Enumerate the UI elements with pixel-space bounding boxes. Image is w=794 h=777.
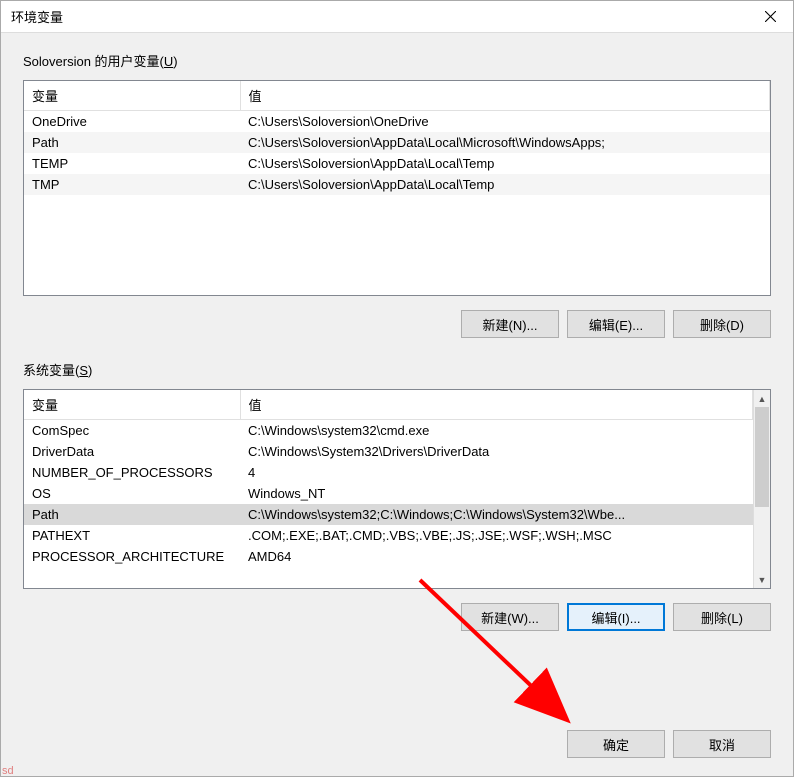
cell-variable: Path [24,504,240,525]
cell-variable: TMP [24,174,240,195]
titlebar: 环境变量 [1,1,793,33]
cell-value: C:\Users\Soloversion\AppData\Local\Micro… [240,132,770,153]
user-edit-button[interactable]: 编辑(E)... [567,310,665,338]
cell-value: C:\Users\Soloversion\OneDrive [240,111,770,133]
user-delete-button[interactable]: 删除(D) [673,310,771,338]
table-row[interactable]: DriverDataC:\Windows\System32\Drivers\Dr… [24,441,753,462]
user-variables-table[interactable]: 变量 值 OneDriveC:\Users\Soloversion\OneDri… [23,80,771,296]
cell-value: C:\Users\Soloversion\AppData\Local\Temp [240,153,770,174]
watermark-label: sd [2,765,14,777]
system-table-scrollbar[interactable]: ▲ ▼ [753,390,770,588]
table-row[interactable]: NUMBER_OF_PROCESSORS4 [24,462,753,483]
system-variables-table[interactable]: 变量 值 ComSpecC:\Windows\system32\cmd.exeD… [23,389,771,589]
user-buttons-row: 新建(N)... 编辑(E)... 删除(D) [23,310,771,338]
cell-variable: PATHEXT [24,525,240,546]
cell-variable: ComSpec [24,420,240,442]
table-row[interactable]: PROCESSOR_ARCHITECTUREAMD64 [24,546,753,567]
col-header-value[interactable]: 值 [240,81,770,111]
env-variables-dialog: 环境变量 Soloversion 的用户变量(U) 变量 值 O [0,0,794,777]
table-row[interactable]: TEMPC:\Users\Soloversion\AppData\Local\T… [24,153,770,174]
user-new-button[interactable]: 新建(N)... [461,310,559,338]
system-section-label: 系统变量(S) [23,360,771,379]
cell-value: C:\Windows\system32\cmd.exe [240,420,753,442]
col-header-variable[interactable]: 变量 [24,390,240,420]
table-row[interactable]: TMPC:\Users\Soloversion\AppData\Local\Te… [24,174,770,195]
window-title: 环境变量 [11,7,63,26]
cell-variable: OneDrive [24,111,240,133]
cell-variable: Path [24,132,240,153]
user-variables-section: Soloversion 的用户变量(U) 变量 值 OneDriveC:\Use… [23,51,771,338]
cell-value: Windows_NT [240,483,753,504]
table-row[interactable]: OSWindows_NT [24,483,753,504]
cell-variable: DriverData [24,441,240,462]
table-header-row: 变量 值 [24,390,753,420]
cell-variable: PROCESSOR_ARCHITECTURE [24,546,240,567]
dialog-buttons-row: 确定 取消 [1,724,793,776]
cell-value: C:\Windows\system32;C:\Windows;C:\Window… [240,504,753,525]
col-header-value[interactable]: 值 [240,390,753,420]
scroll-down-icon[interactable]: ▼ [754,571,770,588]
cell-value: .COM;.EXE;.BAT;.CMD;.VBS;.VBE;.JS;.JSE;.… [240,525,753,546]
cell-variable: OS [24,483,240,504]
dialog-content: Soloversion 的用户变量(U) 变量 值 OneDriveC:\Use… [1,33,793,724]
user-section-label: Soloversion 的用户变量(U) [23,51,771,70]
system-edit-button[interactable]: 编辑(I)... [567,603,665,631]
close-icon [765,11,776,22]
cell-value: C:\Windows\System32\Drivers\DriverData [240,441,753,462]
cell-value: 4 [240,462,753,483]
system-buttons-row: 新建(W)... 编辑(I)... 删除(L) [23,603,771,631]
close-button[interactable] [748,1,793,33]
cell-value: C:\Users\Soloversion\AppData\Local\Temp [240,174,770,195]
ok-button[interactable]: 确定 [567,730,665,758]
table-row[interactable]: PATHEXT.COM;.EXE;.BAT;.CMD;.VBS;.VBE;.JS… [24,525,753,546]
cancel-button[interactable]: 取消 [673,730,771,758]
scroll-up-icon[interactable]: ▲ [754,390,770,407]
system-new-button[interactable]: 新建(W)... [461,603,559,631]
scrollbar-thumb[interactable] [755,407,769,507]
col-header-variable[interactable]: 变量 [24,81,240,111]
table-row[interactable]: PathC:\Users\Soloversion\AppData\Local\M… [24,132,770,153]
table-row[interactable]: PathC:\Windows\system32;C:\Windows;C:\Wi… [24,504,753,525]
table-row[interactable]: OneDriveC:\Users\Soloversion\OneDrive [24,111,770,133]
cell-variable: TEMP [24,153,240,174]
table-row[interactable]: ComSpecC:\Windows\system32\cmd.exe [24,420,753,442]
cell-variable: NUMBER_OF_PROCESSORS [24,462,240,483]
system-variables-section: 系统变量(S) 变量 值 ComSpecC:\Windows\system32\… [23,360,771,631]
table-header-row: 变量 值 [24,81,770,111]
cell-value: AMD64 [240,546,753,567]
system-delete-button[interactable]: 删除(L) [673,603,771,631]
